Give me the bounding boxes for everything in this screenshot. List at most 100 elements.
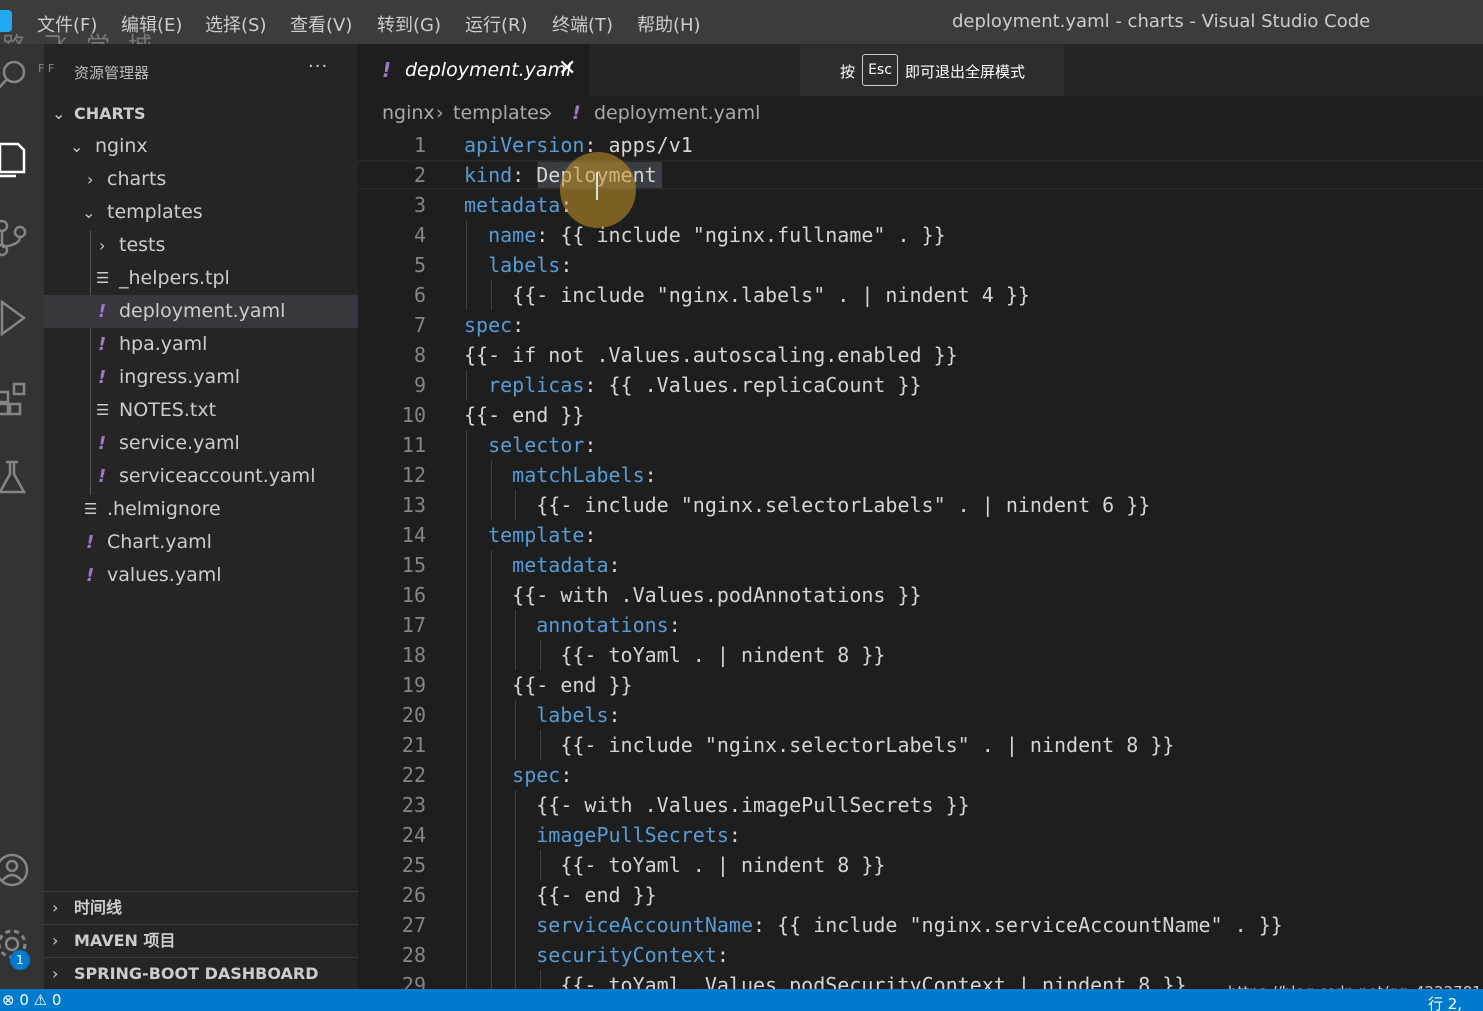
yaml-key: spec <box>464 313 513 337</box>
tree-item-hpa-yaml[interactable]: ! hpa.yaml <box>44 328 358 361</box>
tree-item-service-yaml[interactable]: ! service.yaml <box>44 427 358 460</box>
file-tree: ⌄ CHARTS ⌄ nginx › charts ⌄ templates › … <box>44 97 358 592</box>
code-text: {{- include "nginx.selectorLabels" . | n… <box>464 730 1174 760</box>
code-line: 21 {{- include "nginx.selectorLabels" . … <box>358 730 1483 760</box>
code-line: 15 metadata: <box>358 550 1483 580</box>
yaml-value: {{- include "nginx.labels" . | nindent 4… <box>464 283 1030 307</box>
activity-bar: 1 <box>0 44 44 989</box>
breadcrumb-templates[interactable]: templates <box>453 102 549 124</box>
tree-item-label: values.yaml <box>107 564 222 586</box>
line-number: 10 <box>401 403 426 427</box>
tree-item-charts[interactable]: › charts <box>44 163 358 196</box>
tree-item-label: serviceaccount.yaml <box>119 465 316 487</box>
yaml-value: : <box>716 943 729 967</box>
more-actions-icon[interactable]: ··· <box>308 56 328 77</box>
tree-item-label: templates <box>107 201 203 223</box>
code-line: 26 {{- end }} <box>358 880 1483 910</box>
yaml-key: serviceAccountName <box>464 913 753 937</box>
panel-timeline[interactable]: › 时间线 <box>44 891 358 923</box>
chevron-right-icon: › <box>436 102 444 124</box>
settings-badge: 1 <box>10 950 30 970</box>
code-line: 16 {{- with .Values.podAnnotations }} <box>358 580 1483 610</box>
code-text: {{- toYaml .Values.podSecurityContext | … <box>464 970 1186 989</box>
problems-indicator[interactable]: ⊗ 0 ⚠ 0 <box>2 991 61 1009</box>
line-number: 4 <box>413 223 426 247</box>
yaml-key: spec <box>464 763 561 787</box>
menu-selection[interactable]: 选择(S) <box>205 11 266 37</box>
yaml-key: kind <box>464 163 513 187</box>
account-icon[interactable] <box>0 844 44 892</box>
tree-item-deployment-yaml[interactable]: ! deployment.yaml <box>44 295 358 328</box>
code-text: {{- include "nginx.labels" . | nindent 4… <box>464 280 1030 310</box>
menu-run[interactable]: 运行(R) <box>465 11 528 37</box>
tree-item-label: ingress.yaml <box>119 366 240 388</box>
code-line: 12 matchLabels: <box>358 460 1483 490</box>
menu-view[interactable]: 查看(V) <box>290 11 352 37</box>
yaml-key: metadata <box>464 193 561 217</box>
tree-item-values-yaml[interactable]: ! values.yaml <box>44 559 358 592</box>
breadcrumb-deployment-yaml[interactable]: deployment.yaml <box>594 102 760 124</box>
breadcrumb-nginx[interactable]: nginx <box>382 102 435 124</box>
tab-label: deployment.yaml <box>405 59 572 81</box>
line-number: 24 <box>401 823 426 847</box>
menu-terminal[interactable]: 终端(T) <box>552 11 613 37</box>
yaml-file-icon: ! <box>98 466 107 487</box>
code-line: 9 replicas: {{ .Values.replicaCount }} <box>358 370 1483 400</box>
tree-item-nginx[interactable]: ⌄ nginx <box>44 130 358 163</box>
fullscreen-notice-prefix: 按 <box>840 63 856 81</box>
testing-icon[interactable] <box>0 452 44 500</box>
tree-item-ingress-yaml[interactable]: ! ingress.yaml <box>44 361 358 394</box>
extensions-icon[interactable] <box>0 372 44 420</box>
yaml-key: metadata <box>464 553 609 577</box>
tree-item-serviceaccount-yaml[interactable]: ! serviceaccount.yaml <box>44 460 358 493</box>
yaml-value: {{- include "nginx.selectorLabels" . | n… <box>464 493 1151 517</box>
line-number: 14 <box>401 523 426 547</box>
line-number: 27 <box>401 913 426 937</box>
yaml-value: {{- end }} <box>464 883 657 907</box>
tree-item-label: CHARTS <box>74 104 146 123</box>
tree-item-helpers-tpl[interactable]: ☰ _helpers.tpl <box>44 262 358 295</box>
tree-item-tests[interactable]: › tests <box>44 229 358 262</box>
source-control-icon[interactable] <box>0 212 44 260</box>
tab-deployment-yaml[interactable]: ! deployment.yaml ✕ <box>358 44 590 96</box>
panel-spring-boot-dashboard[interactable]: › SPRING-BOOT DASHBOARD <box>44 957 358 989</box>
tree-item-chart-yaml[interactable]: ! Chart.yaml <box>44 526 358 559</box>
panel-maven[interactable]: › MAVEN 项目 <box>44 924 358 956</box>
code-text: {{- with .Values.imagePullSecrets }} <box>464 790 970 820</box>
line-number: 15 <box>401 553 426 577</box>
yaml-key: annotations <box>464 613 669 637</box>
search-icon[interactable] <box>0 52 44 100</box>
tree-item-helmignore[interactable]: ☰ .helmignore <box>44 493 358 526</box>
yaml-key: securityContext <box>464 943 717 967</box>
yaml-key: template <box>464 523 585 547</box>
tree-item-charts-root[interactable]: ⌄ CHARTS <box>44 97 358 130</box>
code-line: 8 {{- if not .Values.autoscaling.enabled … <box>358 340 1483 370</box>
close-icon[interactable]: ✕ <box>558 56 576 81</box>
code-text: metadata: <box>464 190 572 220</box>
code-line: 13 {{- include "nginx.selectorLabels" . … <box>358 490 1483 520</box>
menu-go[interactable]: 转到(G) <box>377 11 441 37</box>
code-text: labels: <box>464 700 620 730</box>
yaml-value: {{- if not .Values.autoscaling.enabled }… <box>464 343 958 367</box>
text-file-icon: ☰ <box>96 401 110 419</box>
status-bar: ⊗ 0 ⚠ 0 行 2, <box>0 989 1483 1011</box>
yaml-key: imagePullSecrets <box>464 823 729 847</box>
line-number: 13 <box>401 493 426 517</box>
tree-item-notes-txt[interactable]: ☰ NOTES.txt <box>44 394 358 427</box>
explorer-icon[interactable] <box>0 132 44 180</box>
tree-item-templates[interactable]: ⌄ templates <box>44 196 358 229</box>
line-number: 11 <box>401 433 426 457</box>
line-number: 8 <box>413 343 426 367</box>
code-line: 18 {{- toYaml . | nindent 8 }} <box>358 640 1483 670</box>
menu-help[interactable]: 帮助(H) <box>637 11 701 37</box>
code-text: {{- include "nginx.selectorLabels" . | n… <box>464 490 1150 520</box>
tree-item-label: deployment.yaml <box>119 300 286 322</box>
code-editor[interactable]: 1apiVersion: apps/v12kind: Deployment3me… <box>358 130 1483 989</box>
yaml-file-icon: ! <box>86 532 95 553</box>
cursor-position[interactable]: 行 2, <box>1428 993 1462 1011</box>
panel-label: 时间线 <box>74 898 123 917</box>
yaml-value: : <box>560 763 573 787</box>
yaml-file-icon: ! <box>86 565 95 586</box>
run-debug-icon[interactable] <box>0 292 44 340</box>
yaml-key: matchLabels <box>464 463 645 487</box>
